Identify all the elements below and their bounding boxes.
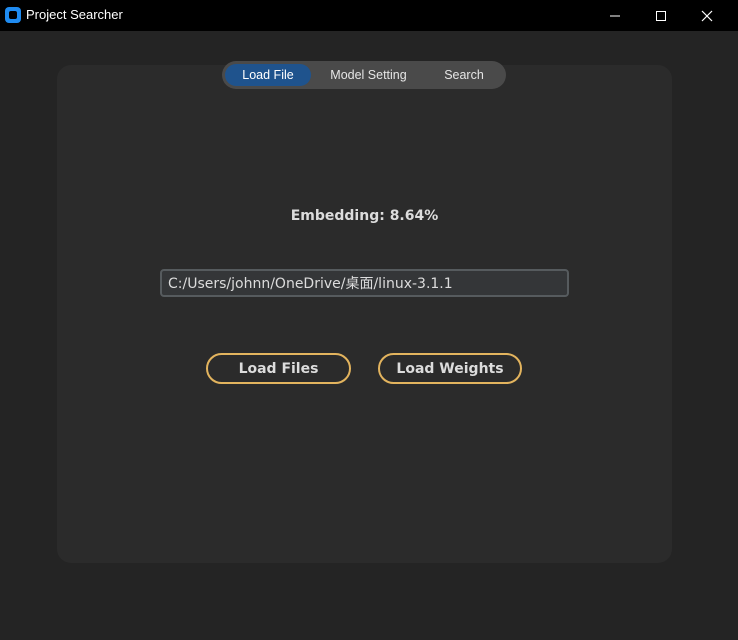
- close-icon: [701, 10, 713, 21]
- app-window: Project Searcher Load File Model Setting…: [0, 0, 738, 640]
- tab-content-panel: [57, 65, 672, 563]
- path-input[interactable]: [160, 269, 569, 297]
- title-bar: Project Searcher: [0, 0, 738, 31]
- tab-search[interactable]: Search: [426, 64, 502, 86]
- tab-load-file[interactable]: Load File: [225, 64, 311, 86]
- close-button[interactable]: [684, 0, 730, 31]
- maximize-icon: [656, 10, 666, 21]
- minimize-icon: [610, 15, 620, 16]
- app-icon: [5, 7, 21, 23]
- maximize-button[interactable]: [638, 0, 684, 31]
- window-title: Project Searcher: [26, 7, 123, 22]
- tab-model-setting[interactable]: Model Setting: [311, 64, 426, 86]
- load-files-button[interactable]: Load Files: [206, 353, 351, 384]
- minimize-button[interactable]: [592, 0, 638, 31]
- embedding-status-label: Embedding: 8.64%: [290, 208, 439, 224]
- tab-selector: Load File Model Setting Search: [222, 61, 506, 89]
- load-weights-button[interactable]: Load Weights: [378, 353, 522, 384]
